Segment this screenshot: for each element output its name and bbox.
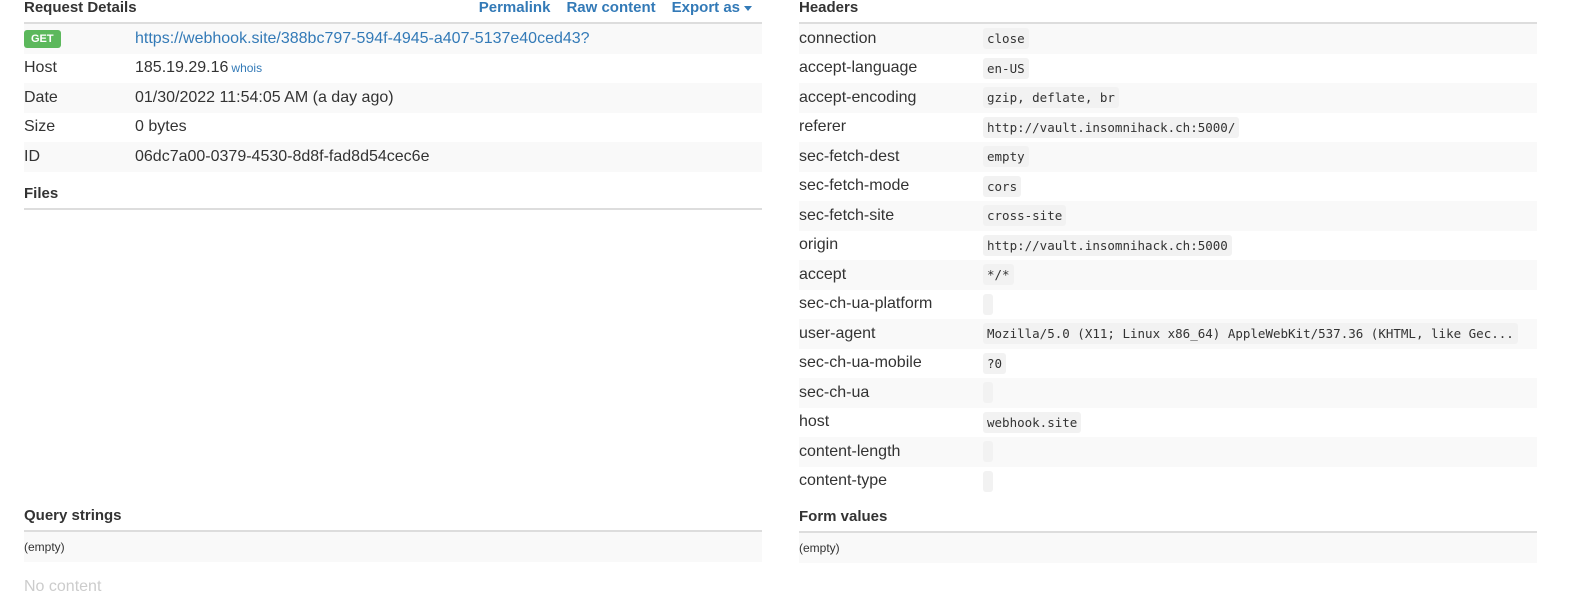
form-values-empty: (empty) <box>799 533 1537 563</box>
header-key: accept-language <box>799 59 918 77</box>
query-strings-empty: (empty) <box>24 531 762 562</box>
header-row: referer http://vault.insomnihack.ch:5000/ <box>799 113 1537 143</box>
request-actions: Permalink Raw content Export as <box>479 0 752 16</box>
request-details-title: Request Details <box>24 0 137 16</box>
right-column: Headers connection close accept-language e… <box>799 0 1537 563</box>
header-row: content-type <box>799 467 1537 497</box>
header-row: accept */* <box>799 260 1537 290</box>
header-key: sec-fetch-mode <box>799 177 910 195</box>
files-title: Files <box>24 184 59 202</box>
header-key: user-agent <box>799 319 983 349</box>
request-value: 06dc7a00-0379-4530-8d8f-fad8d54cec6e <box>135 142 762 172</box>
header-key: sec-ch-ua-mobile <box>799 354 922 372</box>
form-values-title: Form values <box>799 508 888 525</box>
header-row: sec-fetch-site cross-site <box>799 201 1537 231</box>
header-row: sec-fetch-mode cors <box>799 172 1537 202</box>
permalink-link[interactable]: Permalink <box>479 0 551 16</box>
header-row: content-length <box>799 437 1537 467</box>
header-key: content-length <box>799 437 983 467</box>
request-value: 01/30/2022 11:54:05 AM (a day ago) <box>135 83 762 113</box>
header-key: accept-encoding <box>799 83 983 113</box>
header-value: close <box>983 28 1029 50</box>
header-key: sec-ch-ua <box>799 378 983 408</box>
webhook-request-page: Request Details Permalink Raw content Ex… <box>0 0 1593 603</box>
request-date-row: Date 01/30/2022 11:54:05 AM (a day ago) <box>24 83 762 113</box>
caret-down-icon <box>744 5 752 11</box>
whois-link[interactable]: whois <box>231 61 262 75</box>
export-as-label: Export as <box>671 0 740 16</box>
header-value <box>983 470 993 492</box>
request-url-link[interactable]: https://webhook.site/388bc797-594f-4945-… <box>135 30 590 47</box>
header-key: sec-fetch-dest <box>799 142 983 172</box>
request-id-row: ID 06dc7a00-0379-4530-8d8f-fad8d54cec6e <box>24 142 762 172</box>
header-key: referer <box>799 118 847 136</box>
header-value: http://vault.insomnihack.ch:5000/ <box>983 116 1240 138</box>
header-value: */* <box>983 264 1014 286</box>
header-row: sec-ch-ua-platform <box>799 290 1537 320</box>
header-row: sec-ch-ua <box>799 378 1537 408</box>
request-key: ID <box>24 142 135 172</box>
raw-content-link[interactable]: Raw content <box>566 0 655 16</box>
header-value: gzip, deflate, br <box>983 87 1119 109</box>
header-row: accept-language en-US <box>799 54 1537 84</box>
header-row: host webhook.site <box>799 408 1537 438</box>
request-value: 0 bytes <box>135 118 187 136</box>
header-row: sec-ch-ua-mobile ?0 <box>799 349 1537 379</box>
header-key: origin <box>799 236 839 254</box>
request-details-table: GET https://webhook.site/388bc797-594f-4… <box>24 24 762 172</box>
header-row: origin http://vault.insomnihack.ch:5000 <box>799 231 1537 261</box>
header-row: sec-fetch-dest empty <box>799 142 1537 172</box>
header-value <box>983 441 993 463</box>
files-header: Files <box>24 184 762 210</box>
header-value: empty <box>983 146 1029 168</box>
header-value: cors <box>983 175 1022 197</box>
header-row: connection close <box>799 24 1537 54</box>
form-values-header: Form values <box>799 508 1537 533</box>
headers-table: connection close accept-language en-US acc… <box>799 24 1537 496</box>
header-value <box>983 293 993 315</box>
request-url-row: GET https://webhook.site/388bc797-594f-4… <box>24 24 762 54</box>
header-key: sec-fetch-site <box>799 201 983 231</box>
host-ip: 185.19.29.16 <box>135 59 229 77</box>
header-key: accept <box>799 260 983 290</box>
header-value <box>983 382 993 404</box>
method-badge: GET <box>24 30 61 49</box>
header-key: host <box>799 413 830 431</box>
left-column: Request Details Permalink Raw content Ex… <box>24 0 762 596</box>
header-value: en-US <box>983 57 1029 79</box>
header-value: ?0 <box>983 352 1007 374</box>
header-key: content-type <box>799 472 888 490</box>
headers-header: Headers <box>799 0 1537 24</box>
header-value: cross-site <box>983 205 1067 227</box>
request-size-row: Size 0 bytes <box>24 113 762 143</box>
headers-title: Headers <box>799 0 859 16</box>
query-strings-title: Query strings <box>24 506 122 524</box>
request-key: Host <box>24 59 57 77</box>
header-row: accept-encoding gzip, deflate, br <box>799 83 1537 113</box>
request-host-row: Host 185.19.29.16 whois <box>24 54 762 84</box>
request-key: Size <box>24 118 56 136</box>
header-value: Mozilla/5.0 (X11; Linux x86_64) AppleWeb… <box>983 323 1518 345</box>
request-key: Date <box>24 83 135 113</box>
header-row: user-agent Mozilla/5.0 (X11; Linux x86_64… <box>799 319 1537 349</box>
export-as-dropdown[interactable]: Export as <box>672 0 752 16</box>
query-strings-header: Query strings <box>24 506 762 532</box>
request-details-header: Request Details Permalink Raw content Ex… <box>24 0 762 24</box>
header-key: connection <box>799 24 983 54</box>
header-value: webhook.site <box>983 411 1082 433</box>
header-key: sec-ch-ua-platform <box>799 295 933 313</box>
header-value: http://vault.insomnihack.ch:5000 <box>983 234 1232 256</box>
no-content-text: No content <box>24 577 102 595</box>
